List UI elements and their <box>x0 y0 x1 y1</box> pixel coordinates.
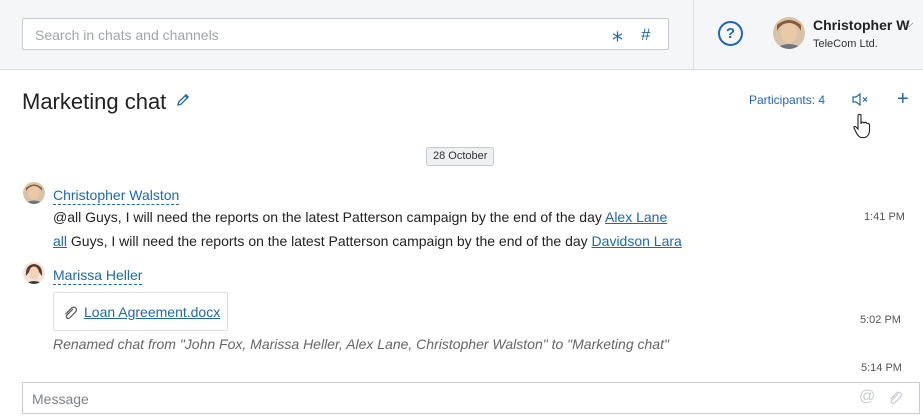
at-icon[interactable]: @ <box>859 388 875 406</box>
message-text: @all Guys, I will need the reports on th… <box>53 209 667 225</box>
search-input[interactable]: Search in chats and channels ⁎ # <box>22 18 669 50</box>
pencil-icon[interactable] <box>175 92 191 108</box>
message-author[interactable]: Marissa Heller <box>53 267 143 285</box>
file-link[interactable]: Loan Agreement.docx <box>84 304 220 320</box>
paperclip-icon[interactable] <box>887 390 903 406</box>
plus-icon[interactable]: + <box>897 88 909 110</box>
message-input[interactable]: Message @ <box>22 382 920 414</box>
user-company: TeleCom Ltd. <box>813 38 878 50</box>
message-text-body: @all Guys, I will need the reports on th… <box>53 209 605 225</box>
speaker-mute-icon[interactable] <box>851 92 869 107</box>
chevron-down-icon[interactable]: ⌵ <box>905 18 913 31</box>
hand-cursor-icon <box>853 113 871 139</box>
file-attachment[interactable]: Loan Agreement.docx <box>53 292 228 331</box>
date-separator: 28 October <box>426 147 495 166</box>
mention-link[interactable]: Davidson Lara <box>592 233 682 249</box>
message-author[interactable]: Christopher Walston <box>53 187 180 205</box>
divider <box>693 0 694 70</box>
user-name[interactable]: Christopher W <box>813 17 909 33</box>
message-time: 1:41 PM <box>864 211 905 223</box>
message-text: all Guys, I will need the reports on the… <box>53 233 682 249</box>
message-time: 5:14 PM <box>861 362 902 374</box>
search-placeholder: Search in chats and channels <box>35 27 219 43</box>
page-title: Marketing chat <box>22 89 167 114</box>
help-icon[interactable]: ? <box>718 21 743 46</box>
mention-link[interactable]: all <box>53 233 67 249</box>
avatar[interactable] <box>23 182 45 204</box>
hashtag-icon[interactable]: # <box>641 25 650 45</box>
system-message: Renamed chat from "John Fox, Marissa Hel… <box>53 336 669 352</box>
message-placeholder: Message <box>32 391 89 407</box>
asterisk-icon[interactable]: ⁎ <box>612 23 623 45</box>
participants-link[interactable]: Participants: 4 <box>749 93 825 107</box>
top-bar: Search in chats and channels ⁎ # ? Chris… <box>0 0 923 70</box>
paperclip-icon <box>65 306 78 320</box>
mention-link[interactable]: Alex Lane <box>605 209 667 225</box>
avatar[interactable] <box>23 262 45 284</box>
message-time: 5:02 PM <box>860 314 901 326</box>
avatar[interactable] <box>773 17 805 49</box>
message-text-body: Guys, I will need the reports on the lat… <box>67 233 592 249</box>
